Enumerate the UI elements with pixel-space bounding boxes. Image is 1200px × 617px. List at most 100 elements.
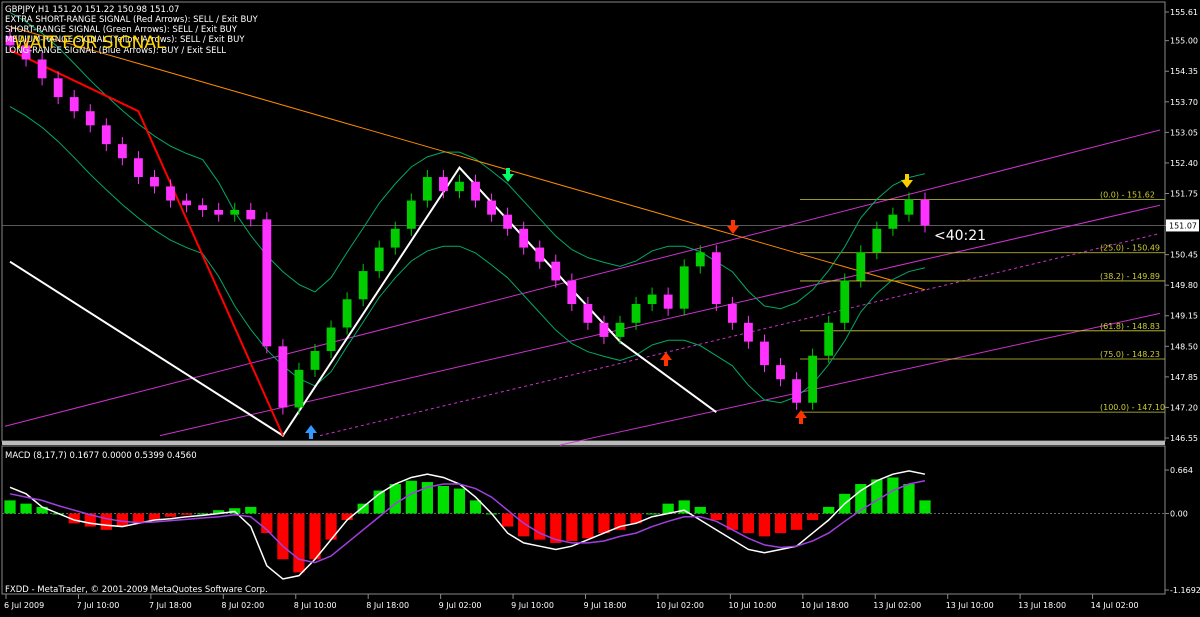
- time-tick-label: 8 Jul 02:00: [221, 601, 264, 610]
- candle-body: [422, 177, 432, 201]
- macd-histogram-bar: [469, 500, 482, 514]
- macd-histogram-bar: [437, 485, 450, 514]
- price-tick-label: 150.45: [1170, 251, 1198, 260]
- fib-level-label: (25.0) - 150.49: [1100, 244, 1160, 253]
- candle-body: [679, 266, 689, 309]
- macd-tick-label: -1.1692: [1170, 586, 1200, 595]
- time-tick-label: 7 Jul 18:00: [149, 601, 192, 610]
- time-tick-label: 13 Jul 02:00: [873, 601, 921, 610]
- price-tick-label: 147.85: [1170, 373, 1198, 382]
- bar-countdown: <40:21: [934, 228, 986, 244]
- chart-canvas[interactable]: (0.0) - 151.62 (25.0) - 150.49 (38.2) - 14…: [0, 0, 1200, 613]
- candle-body: [439, 177, 448, 192]
- price-tick-label: 149.15: [1170, 312, 1198, 321]
- candle-body: [711, 252, 721, 304]
- price-tick-label: 148.50: [1170, 342, 1198, 351]
- candle-body: [519, 228, 529, 248]
- time-tick-label: 13 Jul 18:00: [1018, 601, 1066, 610]
- signal-line-red: EXTRA SHORT-RANGE SIGNAL (Red Arrows): S…: [5, 15, 259, 25]
- macd-histogram-bar: [293, 513, 305, 573]
- candle-body: [551, 261, 561, 281]
- candle-body: [904, 199, 914, 215]
- price-tick-label: 146.55: [1170, 434, 1198, 443]
- macd-histogram-bar: [887, 477, 899, 514]
- candle-body: [760, 341, 769, 366]
- time-tick-label: 10 Jul 10:00: [728, 601, 776, 610]
- macd-histogram-bar: [758, 513, 771, 537]
- macd-histogram-bar: [357, 503, 369, 514]
- candle-body: [342, 299, 352, 328]
- candle-body: [455, 181, 464, 192]
- candle-body: [744, 322, 753, 342]
- macd-histogram-bar: [710, 513, 722, 521]
- time-tick-label: 8 Jul 18:00: [366, 601, 409, 610]
- candle-body: [615, 322, 625, 337]
- candle-body: [134, 158, 143, 178]
- candle-body: [647, 294, 657, 304]
- candle-body: [824, 322, 834, 356]
- macd-histogram-bar: [4, 500, 16, 514]
- macd-histogram-bar: [164, 513, 177, 517]
- macd-histogram-bar: [646, 513, 658, 515]
- wait-signal-label: WAIT FOR SIGNAL: [14, 33, 166, 53]
- candle-body: [166, 186, 175, 201]
- macd-histogram-bar: [790, 513, 803, 530]
- candle-body: [695, 252, 705, 267]
- candle-body: [503, 214, 513, 229]
- candle-body: [37, 59, 47, 79]
- candle-body: [856, 252, 866, 281]
- candle-body: [599, 322, 609, 337]
- candle-body: [487, 200, 496, 215]
- candle-body: [326, 327, 336, 352]
- time-tick-label: 9 Jul 18:00: [584, 601, 627, 610]
- macd-histogram-bar: [742, 513, 755, 534]
- fib-level-label: (75.0) - 148.23: [1100, 350, 1160, 359]
- candle-body: [374, 247, 384, 272]
- symbol-header: GBPJPY,H1 151.20 151.22 150.98 151.07: [5, 5, 179, 15]
- macd-histogram-bar: [20, 503, 32, 514]
- candle-body: [246, 209, 256, 220]
- candle-body: [117, 144, 127, 159]
- macd-histogram-bar: [598, 513, 610, 534]
- candle-body: [471, 181, 480, 201]
- time-tick-label: 7 Jul 10:00: [76, 601, 119, 610]
- time-tick-label: 13 Jul 10:00: [946, 601, 994, 610]
- trading-chart-window[interactable]: (0.0) - 151.62 (25.0) - 150.49 (38.2) - 14…: [0, 0, 1200, 613]
- macd-histogram-bar: [903, 484, 915, 514]
- time-tick-label: 6 Jul 2009: [4, 601, 44, 610]
- time-tick-label: 14 Jul 02:00: [1091, 601, 1139, 610]
- price-tick-label: 154.35: [1170, 67, 1198, 76]
- candle-body: [278, 346, 288, 408]
- macd-histogram-bar: [582, 513, 594, 539]
- macd-histogram-bar: [389, 484, 401, 514]
- price-tick-label: 153.70: [1170, 98, 1198, 107]
- fib-level-label: (0.0) - 151.62: [1100, 191, 1155, 200]
- candle-body: [583, 303, 593, 323]
- time-tick-label: 8 Jul 10:00: [294, 601, 337, 610]
- candle-body: [631, 303, 641, 323]
- candle-body: [358, 271, 368, 300]
- time-tick-label: 9 Jul 02:00: [439, 601, 482, 610]
- candle-body: [262, 219, 272, 347]
- macd-histogram-bar: [694, 506, 706, 514]
- time-tick-label: 10 Jul 02:00: [656, 601, 704, 610]
- candle-body: [310, 351, 320, 370]
- macd-histogram-bar: [534, 513, 546, 540]
- price-tick-label: 149.80: [1170, 281, 1198, 290]
- candle-body: [85, 111, 95, 126]
- time-tick-label: 10 Jul 18:00: [801, 601, 849, 610]
- price-tick-label: 155.00: [1170, 37, 1198, 46]
- macd-histogram-bar: [871, 479, 883, 514]
- macd-histogram-bar: [502, 513, 514, 527]
- candle-body: [888, 214, 898, 229]
- fib-level-label: (100.0) - 147.10: [1100, 403, 1165, 412]
- macd-histogram-bar: [180, 513, 193, 515]
- candle-body: [840, 280, 850, 323]
- macd-histogram-bar: [919, 500, 931, 514]
- candle-body: [230, 209, 240, 215]
- macd-title: MACD (8,17,7) 0.1677 0.0000 0.5399 0.456…: [5, 451, 197, 461]
- candle-body: [69, 97, 79, 112]
- price-tick-label: 147.20: [1170, 403, 1198, 412]
- candle-body: [920, 199, 930, 226]
- fib-level-label: (38.2) - 149.89: [1100, 272, 1160, 281]
